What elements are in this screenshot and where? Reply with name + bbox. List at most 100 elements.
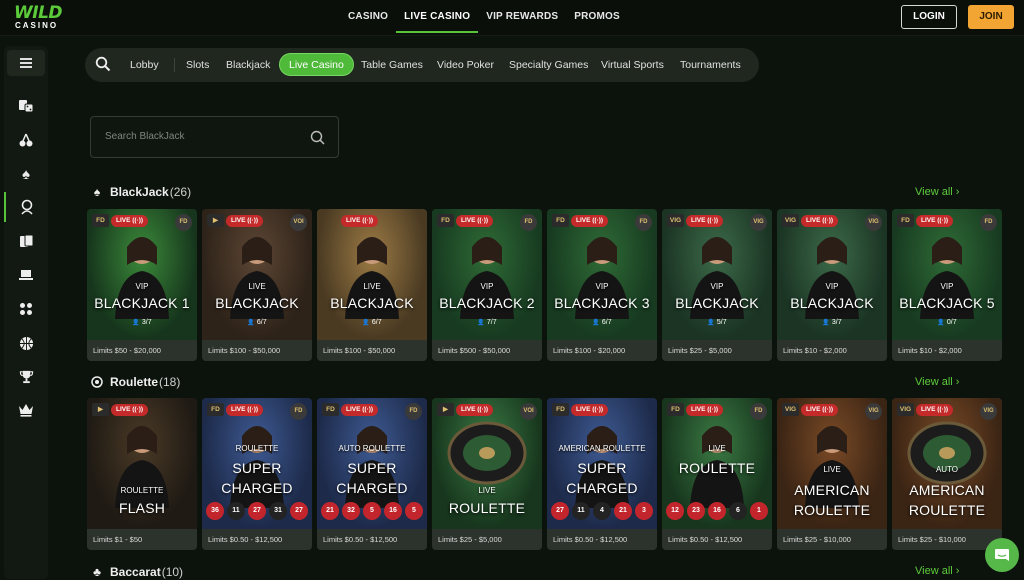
section-title: BlackJack xyxy=(110,185,169,199)
cherry-icon[interactable] xyxy=(4,125,48,155)
wild-casino-logo[interactable]: WILD CASINO xyxy=(14,5,64,31)
limits-bar: Limits $0.50 - $12,500 xyxy=(202,529,312,550)
game-card[interactable]: FD LIVE ((·)) AMERICAN ROULETTE SUPER CHARG… xyxy=(547,398,657,550)
game-title: SUPER CHARGED xyxy=(221,460,293,496)
person-icon: 👤 xyxy=(477,320,485,326)
seats-indicator: 👤 6/7 xyxy=(242,316,272,329)
nav-vip-rewards[interactable]: VIP REWARDS xyxy=(478,0,566,33)
login-button[interactable]: LOGIN xyxy=(901,5,957,29)
game-subtitle: LIVE xyxy=(248,282,266,291)
view-all-roulette[interactable]: View all › xyxy=(915,376,959,388)
game-card[interactable]: ▶ LIVE ((·)) VOI LIVE BLACKJACK 👤 6/7 Limits $1… xyxy=(202,209,312,361)
seats-indicator: 👤 5/7 xyxy=(702,316,732,329)
view-all-blackjack[interactable]: View all › xyxy=(915,186,959,198)
game-card[interactable]: VIG LIVE ((·)) VIG VIP BLACKJACK 👤 5/7 Limits $… xyxy=(662,209,772,361)
game-card[interactable]: FD LIVE ((·)) FD VIP BLACKJACK 5 👤 0/7 Limits $… xyxy=(892,209,1002,361)
join-button[interactable]: JOIN xyxy=(968,5,1014,29)
limits-bar: Limits $100 - $20,000 xyxy=(547,340,657,361)
game-subtitle: VIP xyxy=(135,282,149,291)
search-input[interactable]: Search BlackJack xyxy=(90,116,339,158)
game-subtitle: AMERICAN ROULETTE xyxy=(558,444,646,453)
filter-live-casino[interactable]: Live Casino xyxy=(279,53,354,76)
filter-tournaments[interactable]: Tournaments xyxy=(680,48,741,82)
limits-text: Limits $10 - $2,000 xyxy=(898,346,962,355)
person-icon: 👤 xyxy=(132,320,140,326)
studio-logo-icon: FD xyxy=(175,214,192,231)
limits-text: Limits $25 - $10,000 xyxy=(898,535,966,544)
result-number: 1 xyxy=(750,502,768,520)
search-icon[interactable] xyxy=(310,130,326,146)
poker-cards-icon[interactable] xyxy=(4,226,48,256)
game-card[interactable]: VIG LIVE ((·)) VIG LIVE AMERICAN ROULETTE Lim… xyxy=(777,398,887,550)
logo-word: WILD xyxy=(14,3,63,23)
game-card[interactable]: FD LIVE ((·)) FD VIP BLACKJACK 2 👤 7/7 Limits $… xyxy=(432,209,542,361)
live-dealer-icon[interactable] xyxy=(4,192,48,222)
person-icon: 👤 xyxy=(707,320,715,326)
search-placeholder: Search BlackJack xyxy=(105,131,185,142)
game-card[interactable]: FD LIVE ((·)) FD VIP BLACKJACK 3 👤 6/7 Limits $… xyxy=(547,209,657,361)
limits-text: Limits $25 - $5,000 xyxy=(668,346,732,355)
filter-blackjack[interactable]: Blackjack xyxy=(226,48,270,82)
filter-lobby[interactable]: Lobby xyxy=(130,48,159,82)
game-card[interactable]: FD LIVE ((·)) FD ROULETTE SUPER CHARGED 36 11 2… xyxy=(202,398,312,550)
nav-promos[interactable]: PROMOS xyxy=(566,0,628,33)
limits-bar: Limits $25 - $10,000 xyxy=(777,529,887,550)
laptop-icon[interactable] xyxy=(4,260,48,290)
provider-logo-icon: ▶ xyxy=(437,403,454,416)
game-subtitle: VIP xyxy=(595,282,609,291)
game-card[interactable]: FD LIVE ((·)) FD VIP BLACKJACK 1 👤 3/7 Limits $… xyxy=(87,209,197,361)
person-icon: 👤 xyxy=(937,320,945,326)
game-title: AMERICAN ROULETTE xyxy=(908,482,986,518)
crown-icon[interactable] xyxy=(4,395,48,425)
provider-logo-icon: ▶ xyxy=(207,214,224,227)
nav-casino[interactable]: CASINO xyxy=(340,0,396,33)
studio-logo-icon: FD xyxy=(635,214,652,231)
game-title: BLACKJACK xyxy=(790,295,874,311)
view-all-label: View all xyxy=(915,376,953,388)
roulette-carousel: ▶ LIVE ((·)) ROULETTE FLASH Limits $1 - $50 F… xyxy=(87,398,1024,550)
filter-table-games[interactable]: Table Games xyxy=(361,48,423,82)
result-number: 21 xyxy=(321,502,339,520)
filter-video-poker[interactable]: Video Poker xyxy=(437,48,494,82)
limits-bar: Limits $1 - $50 xyxy=(87,529,197,550)
search-icon[interactable] xyxy=(95,56,113,74)
game-card[interactable]: VIG LIVE ((·)) VIG VIP BLACKJACK 👤 3/7 Limits $… xyxy=(777,209,887,361)
result-number: 27 xyxy=(290,502,308,520)
limits-text: Limits $50 - $20,000 xyxy=(93,346,161,355)
game-subtitle: LIVE xyxy=(823,465,841,474)
game-subtitle: VIP xyxy=(480,282,494,291)
chat-button[interactable] xyxy=(985,538,1019,572)
basketball-icon[interactable] xyxy=(4,328,48,358)
provider-logo-icon: FD xyxy=(897,214,914,227)
live-badge: LIVE ((·)) xyxy=(916,404,954,416)
game-card[interactable]: VIG LIVE ((·)) VIG AUTO AMERICAN ROULETTE Lim… xyxy=(892,398,1002,550)
spade-icon[interactable]: ♠ xyxy=(4,159,48,189)
cards-dice-icon[interactable] xyxy=(4,91,48,121)
limits-text: Limits $100 - $50,000 xyxy=(323,346,396,355)
view-all-baccarat[interactable]: View all › xyxy=(915,565,959,577)
menu-icon[interactable] xyxy=(7,50,45,76)
game-card[interactable]: FD LIVE ((·)) FD AUTO ROULETTE SUPER CHARGED… xyxy=(317,398,427,550)
game-card[interactable]: LIVE ((·)) LIVE BLACKJACK 👤 6/7 Limits $100 -… xyxy=(317,209,427,361)
result-number: 11 xyxy=(572,502,590,520)
filter-slots[interactable]: Slots xyxy=(186,48,209,82)
limits-bar: Limits $0.50 - $12,500 xyxy=(547,529,657,550)
result-number: 32 xyxy=(342,502,360,520)
seats-value: 6/7 xyxy=(601,319,612,326)
category-filter-bar: Lobby Slots Blackjack Live Casino Table … xyxy=(85,48,759,82)
nav-live-casino[interactable]: LIVE CASINO xyxy=(396,0,479,33)
seats-indicator: 👤 6/7 xyxy=(587,316,617,329)
game-subtitle: ROULETTE xyxy=(120,486,164,495)
game-card[interactable]: ▶ LIVE ((·)) VOI LIVE ROULETTE Limits $25 - $… xyxy=(432,398,542,550)
studio-logo-icon: VIG xyxy=(865,214,882,231)
game-card[interactable]: ▶ LIVE ((·)) ROULETTE FLASH Limits $1 - $50 xyxy=(87,398,197,550)
game-card[interactable]: FD LIVE ((·)) FD LIVE ROULETTE 12 23 16 6 1 Limits… xyxy=(662,398,772,550)
dice-icon[interactable] xyxy=(4,294,48,324)
trophy-icon[interactable] xyxy=(4,361,48,391)
game-subtitle: ROULETTE xyxy=(235,444,279,453)
filter-virtual-sports[interactable]: Virtual Sports xyxy=(601,48,664,82)
game-title: BLACKJACK 3 xyxy=(554,295,650,311)
result-number: 23 xyxy=(687,502,705,520)
provider-logo-icon: ▶ xyxy=(92,403,109,416)
filter-specialty-games[interactable]: Specialty Games xyxy=(509,48,588,82)
